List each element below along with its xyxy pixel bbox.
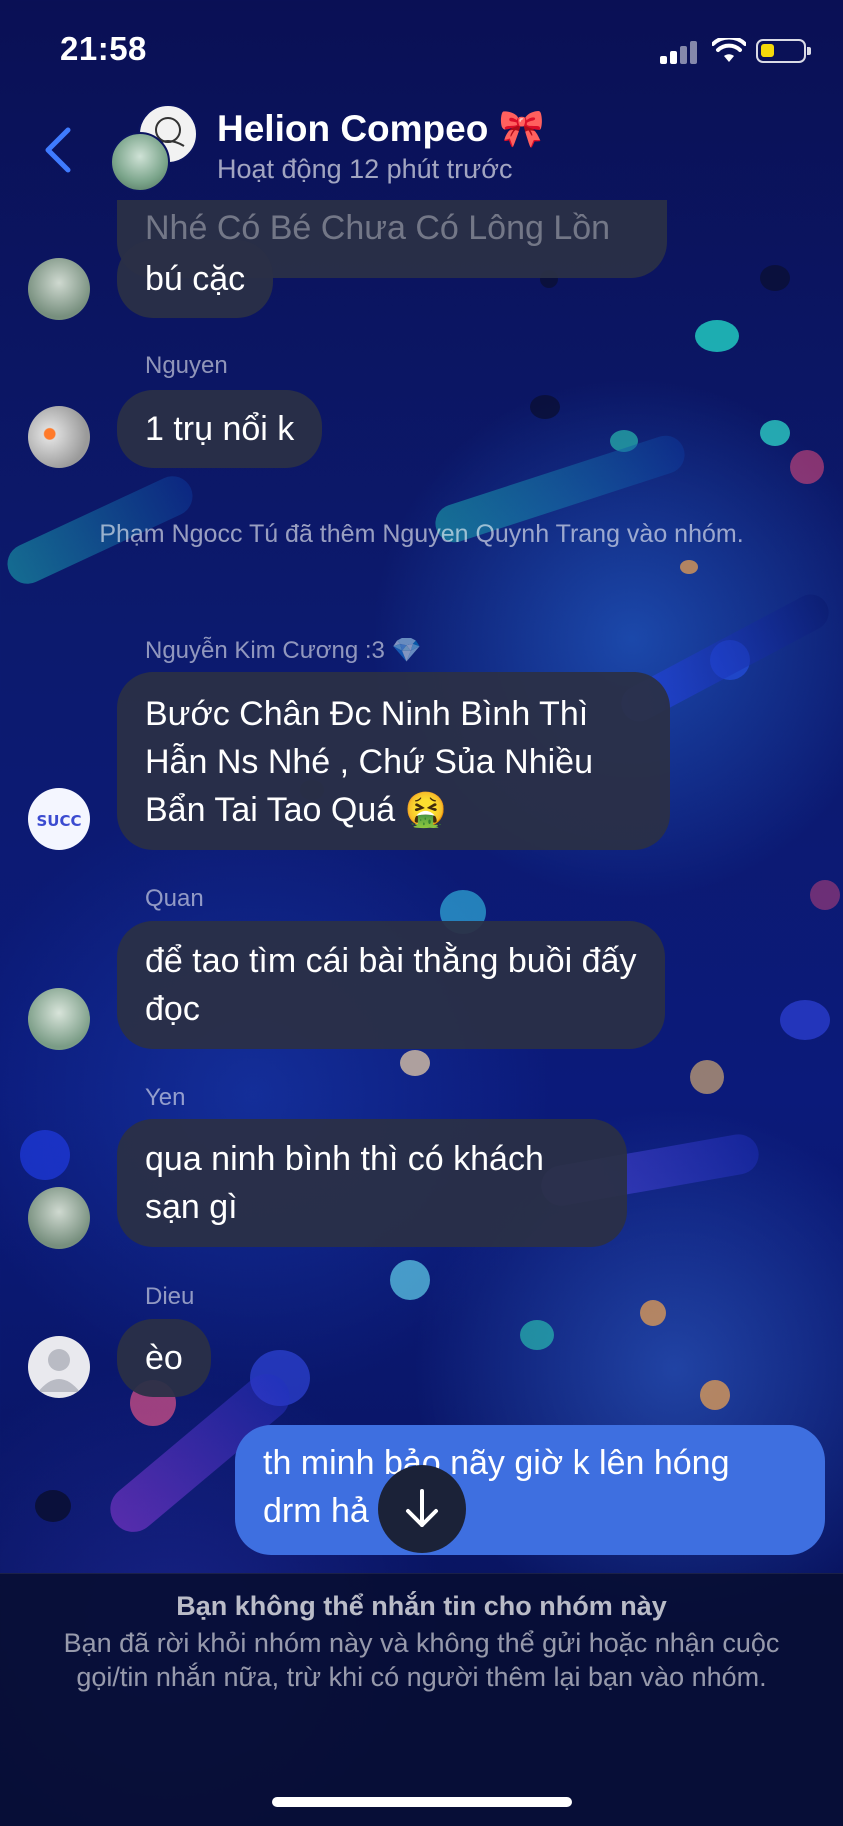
notice-body: Bạn đã rời khỏi nhóm này và không thể gử… [63, 1628, 780, 1692]
message-bubble[interactable]: èo [117, 1319, 211, 1397]
chat-title[interactable]: Helion Compeo 🎀 [217, 108, 545, 151]
svg-text:SUCC: SUCC [37, 812, 82, 830]
scroll-to-bottom-button[interactable] [378, 1465, 466, 1553]
active-status: Hoạt động 12 phút trước [217, 154, 513, 184]
back-button[interactable] [40, 120, 80, 180]
own-message-bubble[interactable]: th minh bảo nãy giờ k lên hóng drm hả Di… [235, 1425, 825, 1555]
sender-name: Nguyễn Kim Cương :3 💎 [145, 637, 422, 664]
avatar[interactable] [28, 988, 90, 1050]
message-bubble[interactable]: 1 trụ nổi k [117, 390, 323, 468]
avatar[interactable] [28, 406, 90, 468]
avatar [110, 132, 170, 192]
person-icon [38, 1349, 80, 1392]
sender-name: Quan [145, 885, 204, 912]
sender-name: Yen [145, 1084, 186, 1111]
sender-name: Dieu [145, 1283, 195, 1310]
avatar[interactable] [28, 1336, 90, 1398]
message-bubble[interactable]: bú cặc [117, 240, 274, 318]
chevron-left-icon [45, 127, 71, 173]
composer-disabled-notice: Bạn không thể nhắn tin cho nhóm này Bạn … [0, 1573, 843, 1826]
home-indicator[interactable] [272, 1797, 572, 1807]
message-bubble[interactable]: Bước Chân Đc Ninh Bình Thì Hẫn Ns Nhé , … [117, 672, 670, 850]
status-bar: 21:58 [0, 0, 843, 100]
battery-icon [756, 39, 811, 63]
wifi-icon [712, 38, 746, 62]
avatar[interactable]: SUCC [28, 788, 90, 850]
message-bubble[interactable]: qua ninh bình thì có khách sạn gì [117, 1119, 627, 1247]
arrow-down-icon [406, 1489, 438, 1527]
status-time: 21:58 [60, 30, 147, 67]
group-avatar[interactable] [110, 104, 202, 196]
notice-title: Bạn không thể nhắn tin cho nhóm này [176, 1591, 667, 1621]
cellular-signal-icon [660, 40, 700, 64]
message-bubble[interactable]: để tao tìm cái bài thằng buồi đấy đọc [117, 921, 665, 1049]
chat-header: Helion Compeo 🎀 Hoạt động 12 phút trước [0, 100, 843, 200]
system-message: Phạm Ngocc Tú đã thêm Nguyen Quynh Trang… [99, 520, 744, 548]
sender-name: Nguyen [145, 352, 228, 379]
avatar[interactable] [28, 1187, 90, 1249]
avatar[interactable] [28, 258, 90, 320]
